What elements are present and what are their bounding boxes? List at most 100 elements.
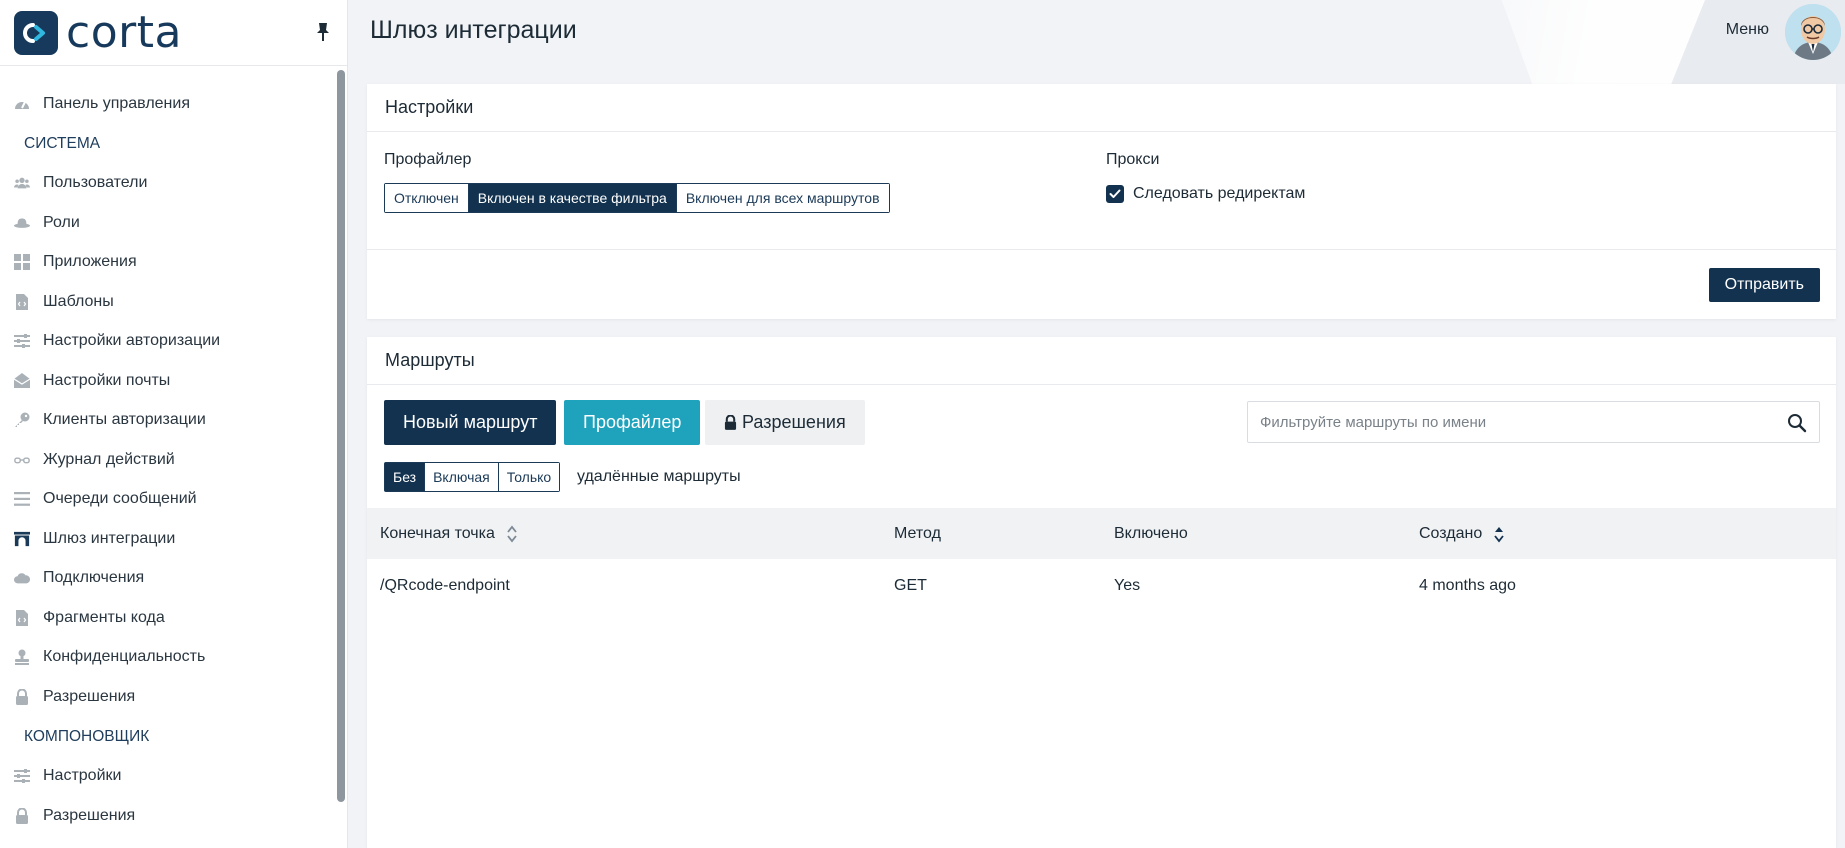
routes-table-header: Конечная точка Метод Включено Создано — [367, 508, 1836, 559]
file-code-icon — [14, 293, 30, 310]
grid-icon — [14, 254, 30, 271]
page-title: Шлюз интеграции — [370, 16, 577, 44]
cell-enabled: Yes — [1114, 577, 1141, 594]
lock-icon — [724, 415, 737, 430]
archway-icon — [14, 531, 30, 547]
follow-redirects-label: Следовать редиректам — [1133, 185, 1306, 202]
sidebar-item-dashboard[interactable]: Панель управления — [0, 84, 330, 124]
sidebar-item-label: Настройки авторизации — [43, 332, 221, 350]
page-header: Шлюз интеграции Меню — [348, 0, 1845, 84]
sidebar-item-label: Роли — [43, 213, 80, 231]
permissions-button[interactable]: Разрешения — [705, 400, 865, 445]
permissions-button-label: Разрешения — [742, 412, 846, 432]
profiler-option-filter[interactable]: Включен в качестве фильтра — [467, 184, 676, 212]
sidebar-item-connections[interactable]: Подключения — [0, 559, 330, 599]
sidebar-item-code-snippets[interactable]: Фрагменты кода — [0, 598, 330, 638]
sidebar-item-label: Приложения — [43, 253, 137, 271]
divider — [367, 249, 1836, 250]
profiler-option-disabled[interactable]: Отключен — [385, 184, 468, 212]
sidebar-item-label: Настройки почты — [43, 371, 171, 389]
column-header-created[interactable]: Создано — [1419, 508, 1504, 559]
settings-card: Настройки Профайлер Отключен Включен в к… — [367, 84, 1836, 319]
lock-icon — [14, 688, 30, 705]
glasses-icon — [14, 452, 30, 468]
column-header-endpoint[interactable]: Конечная точка — [380, 508, 517, 559]
brand-name: corta — [66, 6, 182, 58]
route-search — [1247, 401, 1820, 443]
sort-icon[interactable] — [1494, 525, 1504, 543]
sidebar-item-composer-settings[interactable]: Настройки — [0, 757, 330, 797]
sidebar-item-label: Подключения — [43, 569, 145, 587]
sidebar-item-message-queues[interactable]: Очереди сообщений — [0, 480, 330, 520]
sidebar-item-composer-permissions[interactable]: Разрешения — [0, 796, 330, 836]
routes-card-title: Маршруты — [367, 337, 1836, 385]
sidebar-item-label: Разрешения — [43, 806, 136, 824]
submit-button[interactable]: Отправить — [1708, 268, 1820, 302]
logo-bar: corta — [0, 0, 347, 66]
dashboard-icon — [14, 96, 30, 112]
sidebar-item-label: Пользователи — [43, 174, 148, 192]
deleted-option-including[interactable]: Включая — [424, 463, 498, 491]
users-icon — [14, 175, 30, 191]
sidebar-section-composer: КОМПОНОВЩИК — [24, 727, 150, 745]
sidebar-scrollbar[interactable] — [337, 70, 345, 802]
envelope-open-icon — [14, 373, 30, 389]
sidebar-item-label: Шаблоны — [43, 292, 114, 310]
sidebar-item-permissions[interactable]: Разрешения — [0, 677, 330, 717]
follow-redirects-checkbox[interactable]: Следовать редиректам — [1106, 185, 1305, 203]
deleted-filter-segmented-control: Без Включая Только — [384, 462, 561, 492]
proxy-label: Прокси — [1106, 151, 1160, 168]
table-row[interactable]: /QRcode-endpoint GET Yes 4 months ago — [367, 559, 1836, 613]
sidebar-item-privacy[interactable]: Конфиденциальность — [0, 638, 330, 678]
column-header-label: Создано — [1419, 524, 1483, 542]
sidebar-item-label: Клиенты авторизации — [43, 411, 206, 429]
avatar[interactable] — [1785, 4, 1841, 60]
sidebar-section-system: СИСТЕМА — [24, 134, 101, 152]
user-menu-button[interactable]: Меню — [1726, 21, 1769, 39]
logo-icon — [14, 10, 58, 55]
column-header-label: Конечная точка — [380, 524, 495, 542]
sidebar-item-auth-clients[interactable]: Клиенты авторизации — [0, 401, 330, 441]
deleted-option-only[interactable]: Только — [497, 463, 560, 491]
checkmark-icon[interactable] — [1106, 185, 1124, 203]
sidebar-item-templates[interactable]: Шаблоны — [0, 282, 330, 322]
sidebar-item-roles[interactable]: Роли — [0, 203, 330, 243]
profiler-label: Профайлер — [384, 151, 472, 168]
sidebar-item-users[interactable]: Пользователи — [0, 164, 330, 204]
deleted-routes-label: удалённые маршруты — [577, 468, 741, 485]
sidebar-item-applications[interactable]: Приложения — [0, 243, 330, 283]
stamp-icon — [14, 649, 30, 666]
sort-icon[interactable] — [507, 525, 517, 543]
pin-icon[interactable] — [315, 22, 331, 42]
sidebar: corta Панель управления СИСТЕМА Пользова… — [0, 0, 348, 848]
sidebar-item-label: Настройки — [43, 767, 122, 785]
hat-icon — [14, 215, 30, 231]
profiler-button[interactable]: Профайлер — [564, 400, 701, 445]
sidebar-item-integration-gateway[interactable]: Шлюз интеграции — [0, 519, 330, 559]
sidebar-item-label: Фрагменты кода — [43, 608, 165, 626]
sidebar-item-mail-settings[interactable]: Настройки почты — [0, 361, 330, 401]
sidebar-item-audit-log[interactable]: Журнал действий — [0, 440, 330, 480]
routes-card: Маршруты Новый маршрут Профайлер Разреше… — [367, 337, 1836, 848]
cell-method: GET — [894, 577, 927, 594]
lock-icon — [14, 807, 30, 824]
deleted-option-without[interactable]: Без — [385, 463, 425, 491]
sidebar-item-label: Конфиденциальность — [43, 648, 206, 666]
sidebar-item-label: Панель управления — [43, 94, 190, 112]
sidebar-item-auth-settings[interactable]: Настройки авторизации — [0, 322, 330, 362]
sliders-icon — [14, 333, 30, 349]
cloud-icon — [14, 570, 30, 586]
cell-endpoint[interactable]: /QRcode-endpoint — [380, 559, 510, 613]
route-search-input[interactable] — [1260, 413, 1760, 431]
profiler-segmented-control: Отключен Включен в качестве фильтра Вклю… — [384, 183, 890, 213]
cell-created: 4 months ago — [1419, 577, 1516, 594]
sidebar-item-label: Очереди сообщений — [43, 490, 197, 508]
column-header-enabled: Включено — [1114, 524, 1188, 542]
key-icon — [14, 412, 30, 428]
profiler-option-all-routes[interactable]: Включен для всех маршрутов — [675, 184, 889, 212]
file-code-icon — [14, 609, 30, 626]
sliders-icon — [14, 768, 30, 784]
search-icon[interactable] — [1787, 413, 1807, 433]
column-header-method: Метод — [894, 524, 941, 542]
new-route-button[interactable]: Новый маршрут — [384, 400, 557, 445]
